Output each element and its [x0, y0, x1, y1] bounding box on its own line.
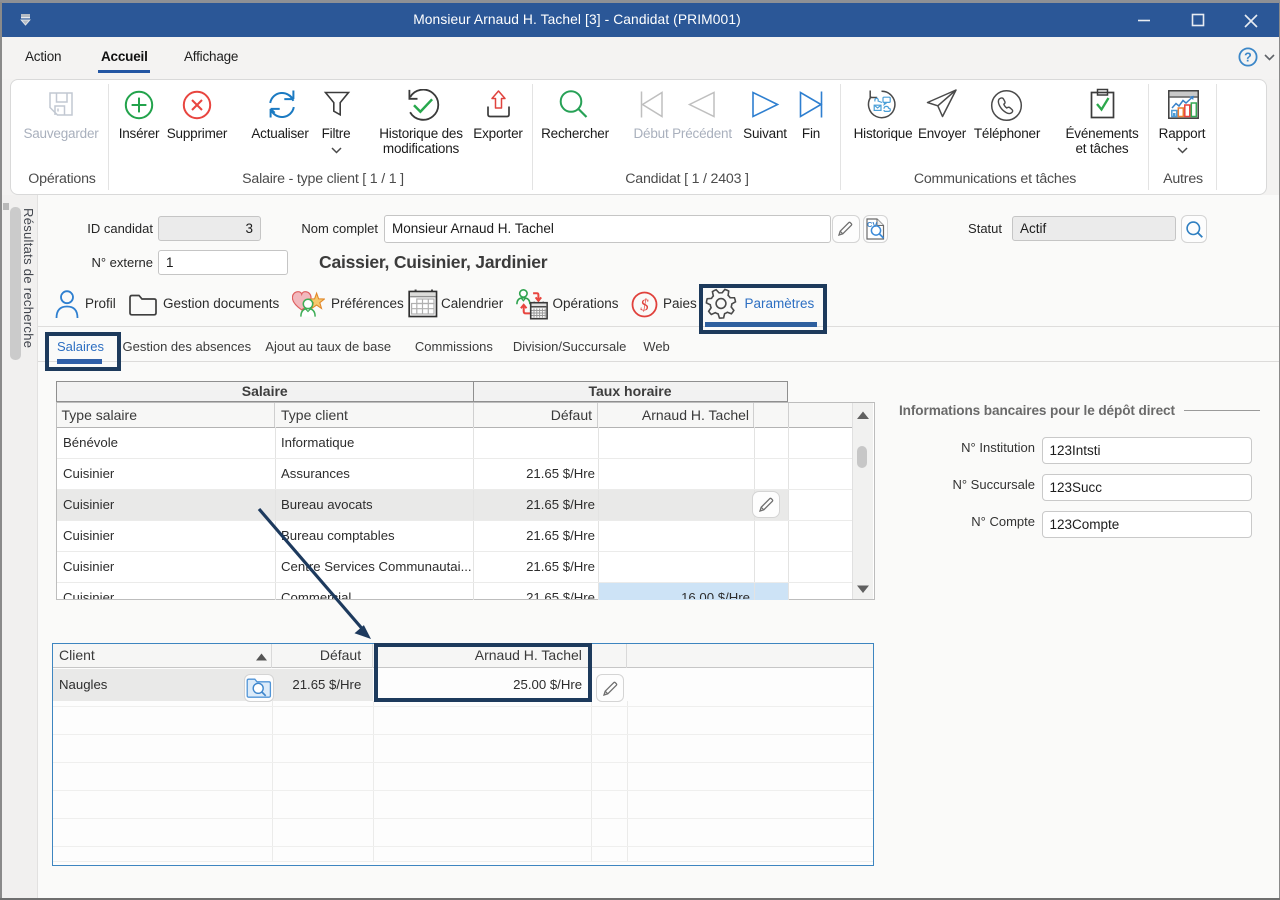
- svg-text:?: ?: [1244, 51, 1252, 65]
- svg-text:$: $: [640, 296, 649, 315]
